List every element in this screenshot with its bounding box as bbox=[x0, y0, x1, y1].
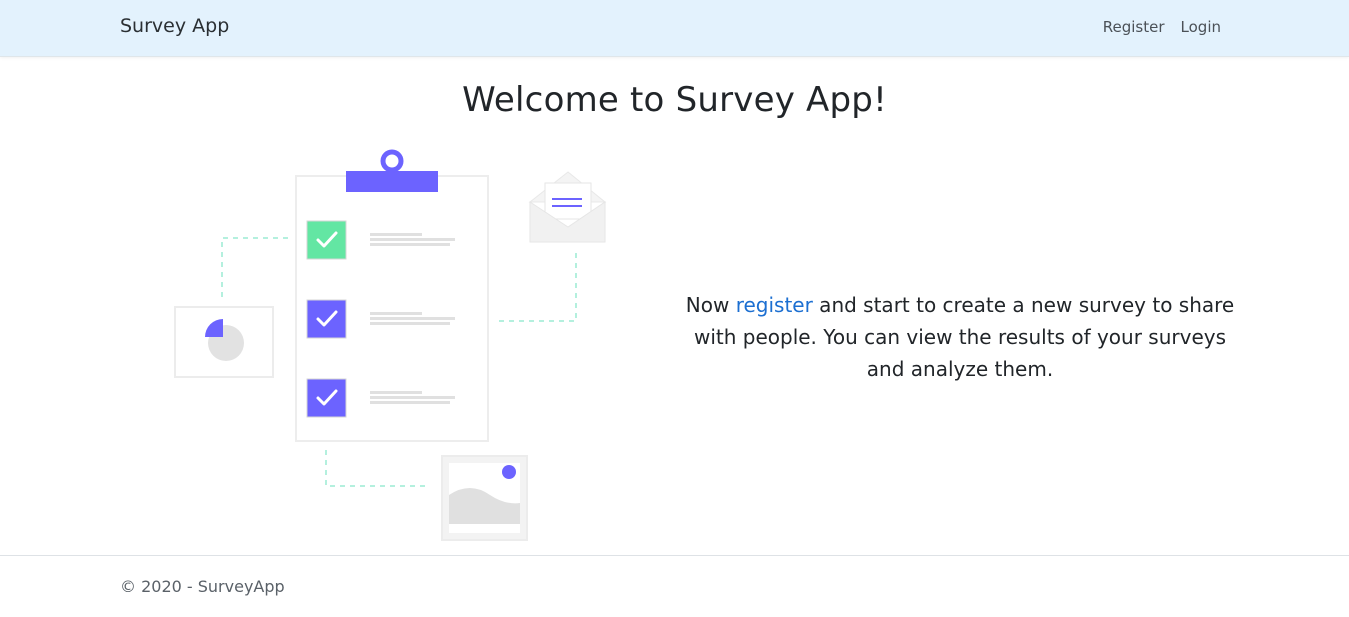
intro-text-start: Now bbox=[685, 293, 736, 317]
image-icon bbox=[441, 455, 528, 541]
brand-link[interactable]: Survey App bbox=[120, 15, 229, 37]
nav-links: Register Login bbox=[1103, 18, 1221, 36]
footer-divider bbox=[0, 555, 1349, 556]
pie-chart-icon bbox=[174, 306, 274, 378]
login-link[interactable]: Login bbox=[1181, 18, 1221, 36]
intro-text: Now register and start to create a new s… bbox=[680, 289, 1240, 385]
top-navbar: Survey App Register Login bbox=[0, 0, 1349, 57]
register-link[interactable]: Register bbox=[1103, 18, 1165, 36]
register-inline-link[interactable]: register bbox=[736, 293, 813, 317]
checkbox-icon bbox=[306, 220, 347, 418]
footer-copyright: © 2020 - SurveyApp bbox=[120, 577, 285, 596]
page-title: Welcome to Survey App! bbox=[462, 80, 887, 120]
survey-illustration bbox=[174, 149, 607, 541]
envelope-icon bbox=[528, 171, 607, 243]
